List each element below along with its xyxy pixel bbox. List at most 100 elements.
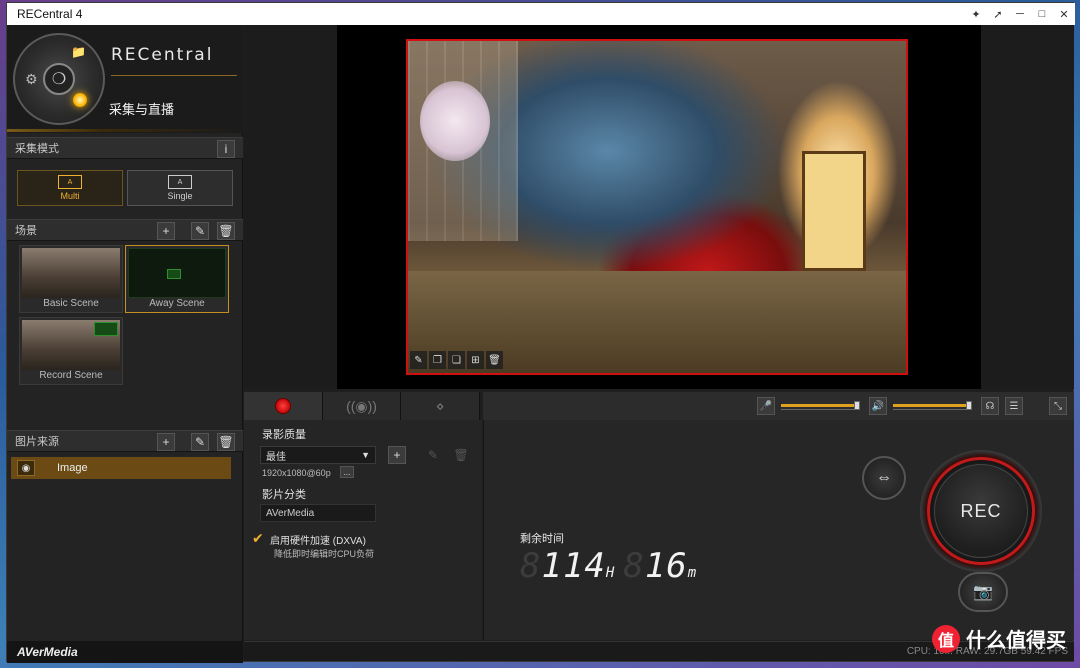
- headphones-icon[interactable]: ☊: [981, 397, 999, 415]
- pin-alt-icon[interactable]: ➚: [987, 3, 1009, 25]
- snapshot-button[interactable]: 📷: [958, 572, 1008, 612]
- logo-area: ⚙ 📁 ❍ RECentral 采集与直播: [7, 25, 243, 133]
- title-bar: RECentral 4 ✦ ➚ ─ □ ✕: [7, 3, 1075, 25]
- slider-track: [781, 409, 857, 410]
- tab-stream[interactable]: ((◉)): [323, 392, 402, 420]
- scene-label: Record Scene: [39, 370, 103, 381]
- scene-label: Away Scene: [149, 298, 205, 309]
- hw-accel-desc: 降低即时编辑时CPU负荷: [274, 549, 375, 559]
- split-file-button[interactable]: ⇔: [862, 456, 906, 500]
- mode-dial[interactable]: ⚙ 📁 ❍: [13, 33, 105, 125]
- edit-source-icon[interactable]: ✎: [191, 433, 209, 451]
- rec-button[interactable]: REC: [920, 450, 1042, 572]
- add-quality-button[interactable]: +: [388, 446, 406, 464]
- mic-volume-slider[interactable]: [781, 401, 860, 410]
- image-sources-header: 图片来源 + ✎ 🗑: [7, 430, 243, 452]
- brand-divider: [111, 75, 237, 76]
- accent-line: [7, 129, 243, 132]
- bring-front-icon[interactable]: ❐: [429, 351, 446, 369]
- timer-ghost-digit: 8: [520, 546, 542, 586]
- category-input[interactable]: AVerMedia: [260, 504, 376, 522]
- edit-scene-icon[interactable]: ✎: [191, 222, 209, 240]
- speaker-volume-slider[interactable]: [893, 401, 972, 410]
- mode-single-button[interactable]: A Single: [127, 170, 233, 206]
- live-indicator-icon: [73, 93, 87, 107]
- record-panel: 剩余时间 8114H 816m ⇔ REC 📷: [483, 420, 1074, 640]
- left-panel: ⚙ 📁 ❍ RECentral 采集与直播 采集模式 i A Multi A S…: [7, 25, 243, 663]
- checkmark-icon[interactable]: ✔: [252, 530, 264, 547]
- resolution-text: 1920x1080@60p: [262, 468, 331, 478]
- add-source-button[interactable]: +: [157, 433, 175, 451]
- chevron-down-icon: ▼: [361, 450, 370, 460]
- trash-icon[interactable]: 🗑: [486, 351, 503, 369]
- edit-quality-icon[interactable]: ✎: [424, 446, 442, 464]
- mixer-icon[interactable]: ☰: [1005, 397, 1023, 415]
- mode-multi-label: Multi: [60, 191, 80, 201]
- minimize-icon[interactable]: ─: [1009, 3, 1031, 25]
- delete-source-icon[interactable]: 🗑: [217, 433, 235, 451]
- output-tabs: ((◉)) ⋄: [244, 392, 481, 420]
- category-label: 影片分类: [262, 489, 306, 501]
- hw-accel-label[interactable]: 启用硬件加速 (DXVA): [270, 532, 366, 547]
- speaker-icon[interactable]: 🔊: [869, 397, 887, 415]
- timer-minutes: 16: [644, 546, 688, 586]
- scene-away[interactable]: Away Scene: [125, 245, 229, 313]
- eye-icon[interactable]: ◉: [17, 460, 35, 476]
- tab-record[interactable]: [244, 392, 323, 420]
- slider-knob[interactable]: [966, 401, 972, 410]
- fullscreen-icon[interactable]: ⤡: [1049, 397, 1067, 415]
- slider-knob[interactable]: [854, 401, 860, 410]
- scene-thumbnail: [22, 320, 120, 370]
- gear-icon[interactable]: ⚙: [25, 71, 38, 88]
- record-settings: 录影质量 最佳 ▼ + ✎ 🗑 1920x1080@60p ... 影片分类 A…: [244, 420, 482, 640]
- network-icon: ⋄: [435, 397, 445, 414]
- info-button[interactable]: i: [217, 140, 235, 158]
- scenes-header: 场景 + ✎ 🗑: [7, 219, 243, 241]
- delete-quality-icon[interactable]: 🗑: [452, 446, 470, 464]
- window-title: RECentral 4: [17, 7, 83, 21]
- avermedia-logo: AVerMedia: [7, 641, 243, 663]
- photo-toolbar: ✎ ❐ ❏ ⊞ 🗑: [410, 351, 503, 371]
- close-icon[interactable]: ✕: [1053, 3, 1075, 25]
- source-label: Image: [57, 462, 88, 474]
- quality-value: 最佳: [266, 451, 286, 463]
- folder-icon[interactable]: 📁: [71, 45, 86, 59]
- timer-minutes-unit: m: [687, 565, 698, 581]
- mode-single-label: Single: [167, 191, 193, 201]
- image-sources-label: 图片来源: [15, 436, 59, 448]
- aperture-icon[interactable]: ❍: [43, 63, 75, 95]
- capture-mode-label: 采集模式: [15, 143, 59, 155]
- watermark-logo-icon: 值: [932, 624, 960, 653]
- source-item-image[interactable]: ◉ Image: [11, 457, 231, 479]
- broadcast-icon: ((◉)): [346, 397, 377, 414]
- record-icon: [274, 398, 291, 414]
- quality-select[interactable]: 最佳 ▼: [260, 446, 376, 464]
- scene-record[interactable]: Record Scene: [19, 317, 123, 385]
- app-window: RECentral 4 ✦ ➚ ─ □ ✕ ⚙ 📁 ❍ RECentral 采集…: [6, 2, 1075, 663]
- watermark-text: 什么值得买: [966, 630, 1066, 652]
- scenes-label: 场景: [15, 225, 37, 237]
- crop-icon[interactable]: ⊞: [467, 351, 484, 369]
- scene-basic[interactable]: Basic Scene: [19, 245, 123, 313]
- pin-icon[interactable]: ✦: [965, 3, 987, 25]
- edit-icon[interactable]: ✎: [410, 351, 427, 369]
- mode-multi-button[interactable]: A Multi: [17, 170, 123, 206]
- scene-label: Basic Scene: [43, 298, 99, 309]
- microphone-icon[interactable]: 🎤: [757, 397, 775, 415]
- rec-label: REC: [934, 464, 1028, 558]
- preview-image[interactable]: ✎ ❐ ❏ ⊞ 🗑: [406, 39, 908, 375]
- more-options-button[interactable]: ...: [340, 466, 354, 478]
- send-back-icon[interactable]: ❏: [448, 351, 465, 369]
- tab-network[interactable]: ⋄: [401, 392, 481, 420]
- split-icon: ⇔: [876, 469, 892, 486]
- delete-scene-icon[interactable]: 🗑: [217, 222, 235, 240]
- timer-hours-unit: H: [605, 565, 616, 581]
- remaining-time-label: 剩余时间: [520, 533, 564, 545]
- photo-lamp: [802, 151, 866, 271]
- single-mode-icon: A: [168, 175, 192, 189]
- timer-ghost-digit: 8: [623, 546, 645, 586]
- audio-bar: 🎤 🔊 ☊ ☰ ⤡: [483, 392, 1074, 420]
- add-scene-button[interactable]: +: [157, 222, 175, 240]
- scene-thumbnail: [22, 248, 120, 298]
- maximize-icon[interactable]: □: [1031, 3, 1053, 25]
